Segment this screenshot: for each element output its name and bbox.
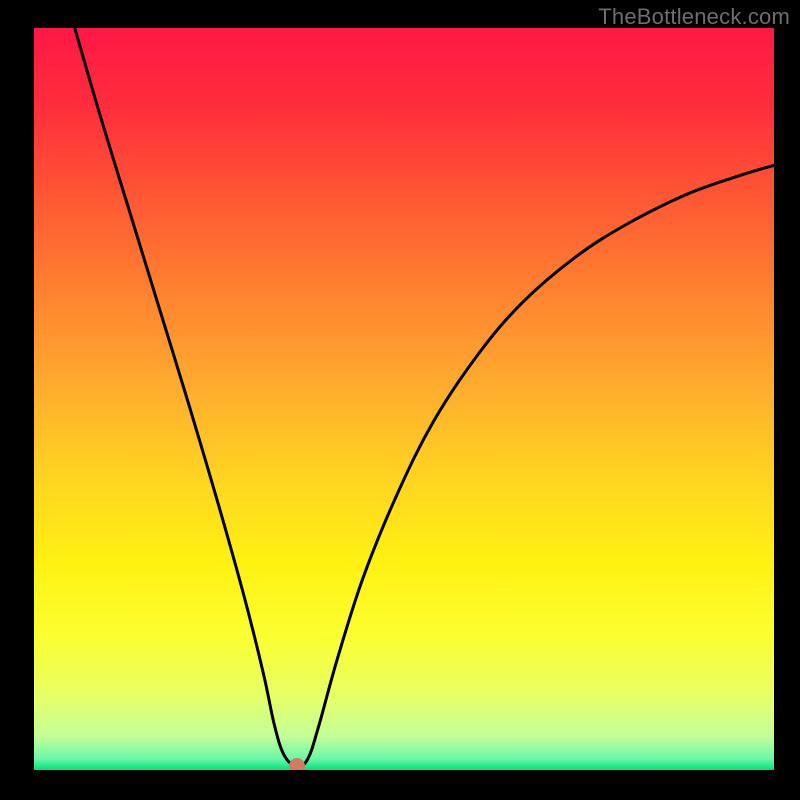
bottleneck-curve: [34, 28, 774, 770]
chart-frame: TheBottleneck.com: [0, 0, 800, 800]
plot-area: [34, 28, 774, 770]
watermark-text: TheBottleneck.com: [598, 4, 790, 30]
optimal-point-marker: [289, 758, 305, 770]
